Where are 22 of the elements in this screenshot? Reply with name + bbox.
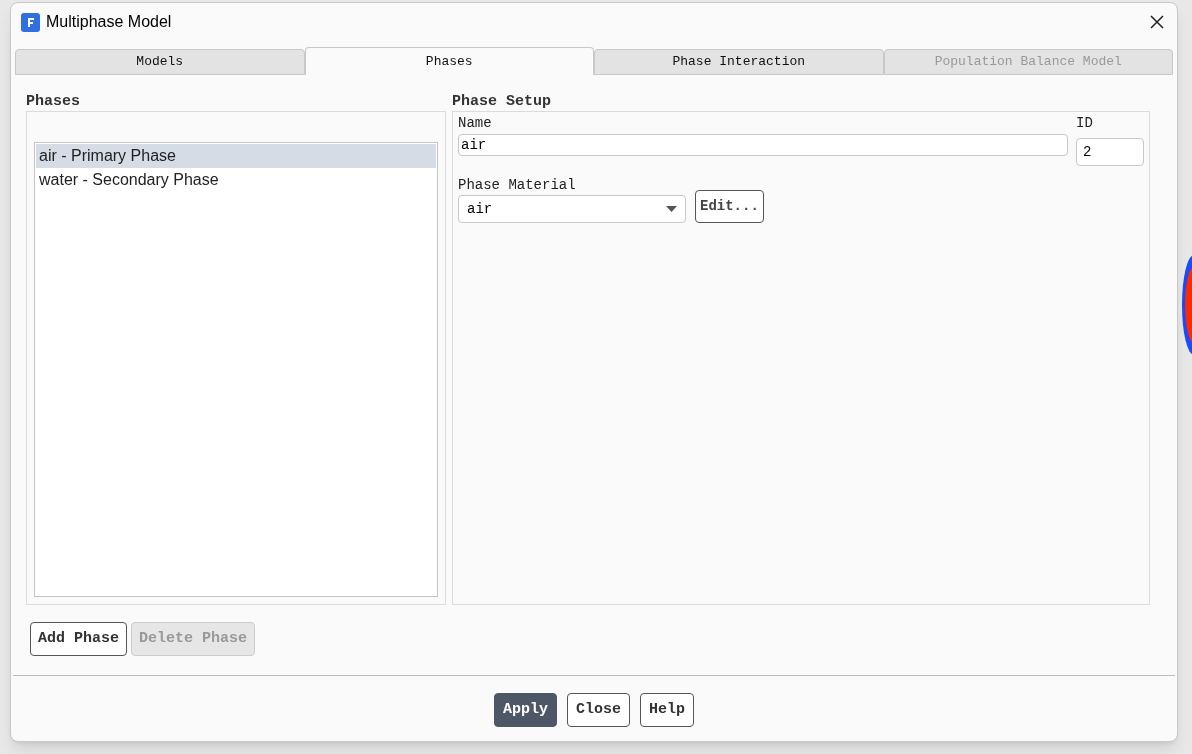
name-field[interactable]: air (458, 134, 1068, 156)
list-item[interactable]: air - Primary Phase (36, 144, 436, 168)
tab[interactable]: Models (15, 49, 305, 75)
field-label: Phase Material (458, 176, 577, 194)
material-dropdown[interactable]: air (458, 195, 686, 223)
id-field[interactable]: 2 (1076, 138, 1144, 166)
dropdown-caret-icon (666, 206, 677, 212)
panel-title: Phase Setup (452, 93, 553, 111)
panel-title: Phases (26, 93, 81, 111)
list-item[interactable]: water - Secondary Phase (36, 168, 436, 192)
window-title: Multiphase Model (46, 12, 172, 32)
dialog-button[interactable]: Apply (493, 693, 557, 727)
edit-button[interactable]: Edit... (695, 189, 764, 223)
app-logo-icon (21, 12, 40, 32)
dialog-button[interactable]: Close (567, 693, 630, 727)
tab[interactable]: Phases (304, 47, 594, 75)
field-label: Name (458, 114, 493, 132)
close-icon[interactable] (1149, 14, 1165, 30)
field-label: ID (1076, 114, 1094, 132)
dialog-button[interactable]: Help (640, 693, 694, 727)
phase-button[interactable]: Add Phase (30, 622, 127, 656)
tab[interactable]: Phase Interaction (594, 49, 884, 75)
